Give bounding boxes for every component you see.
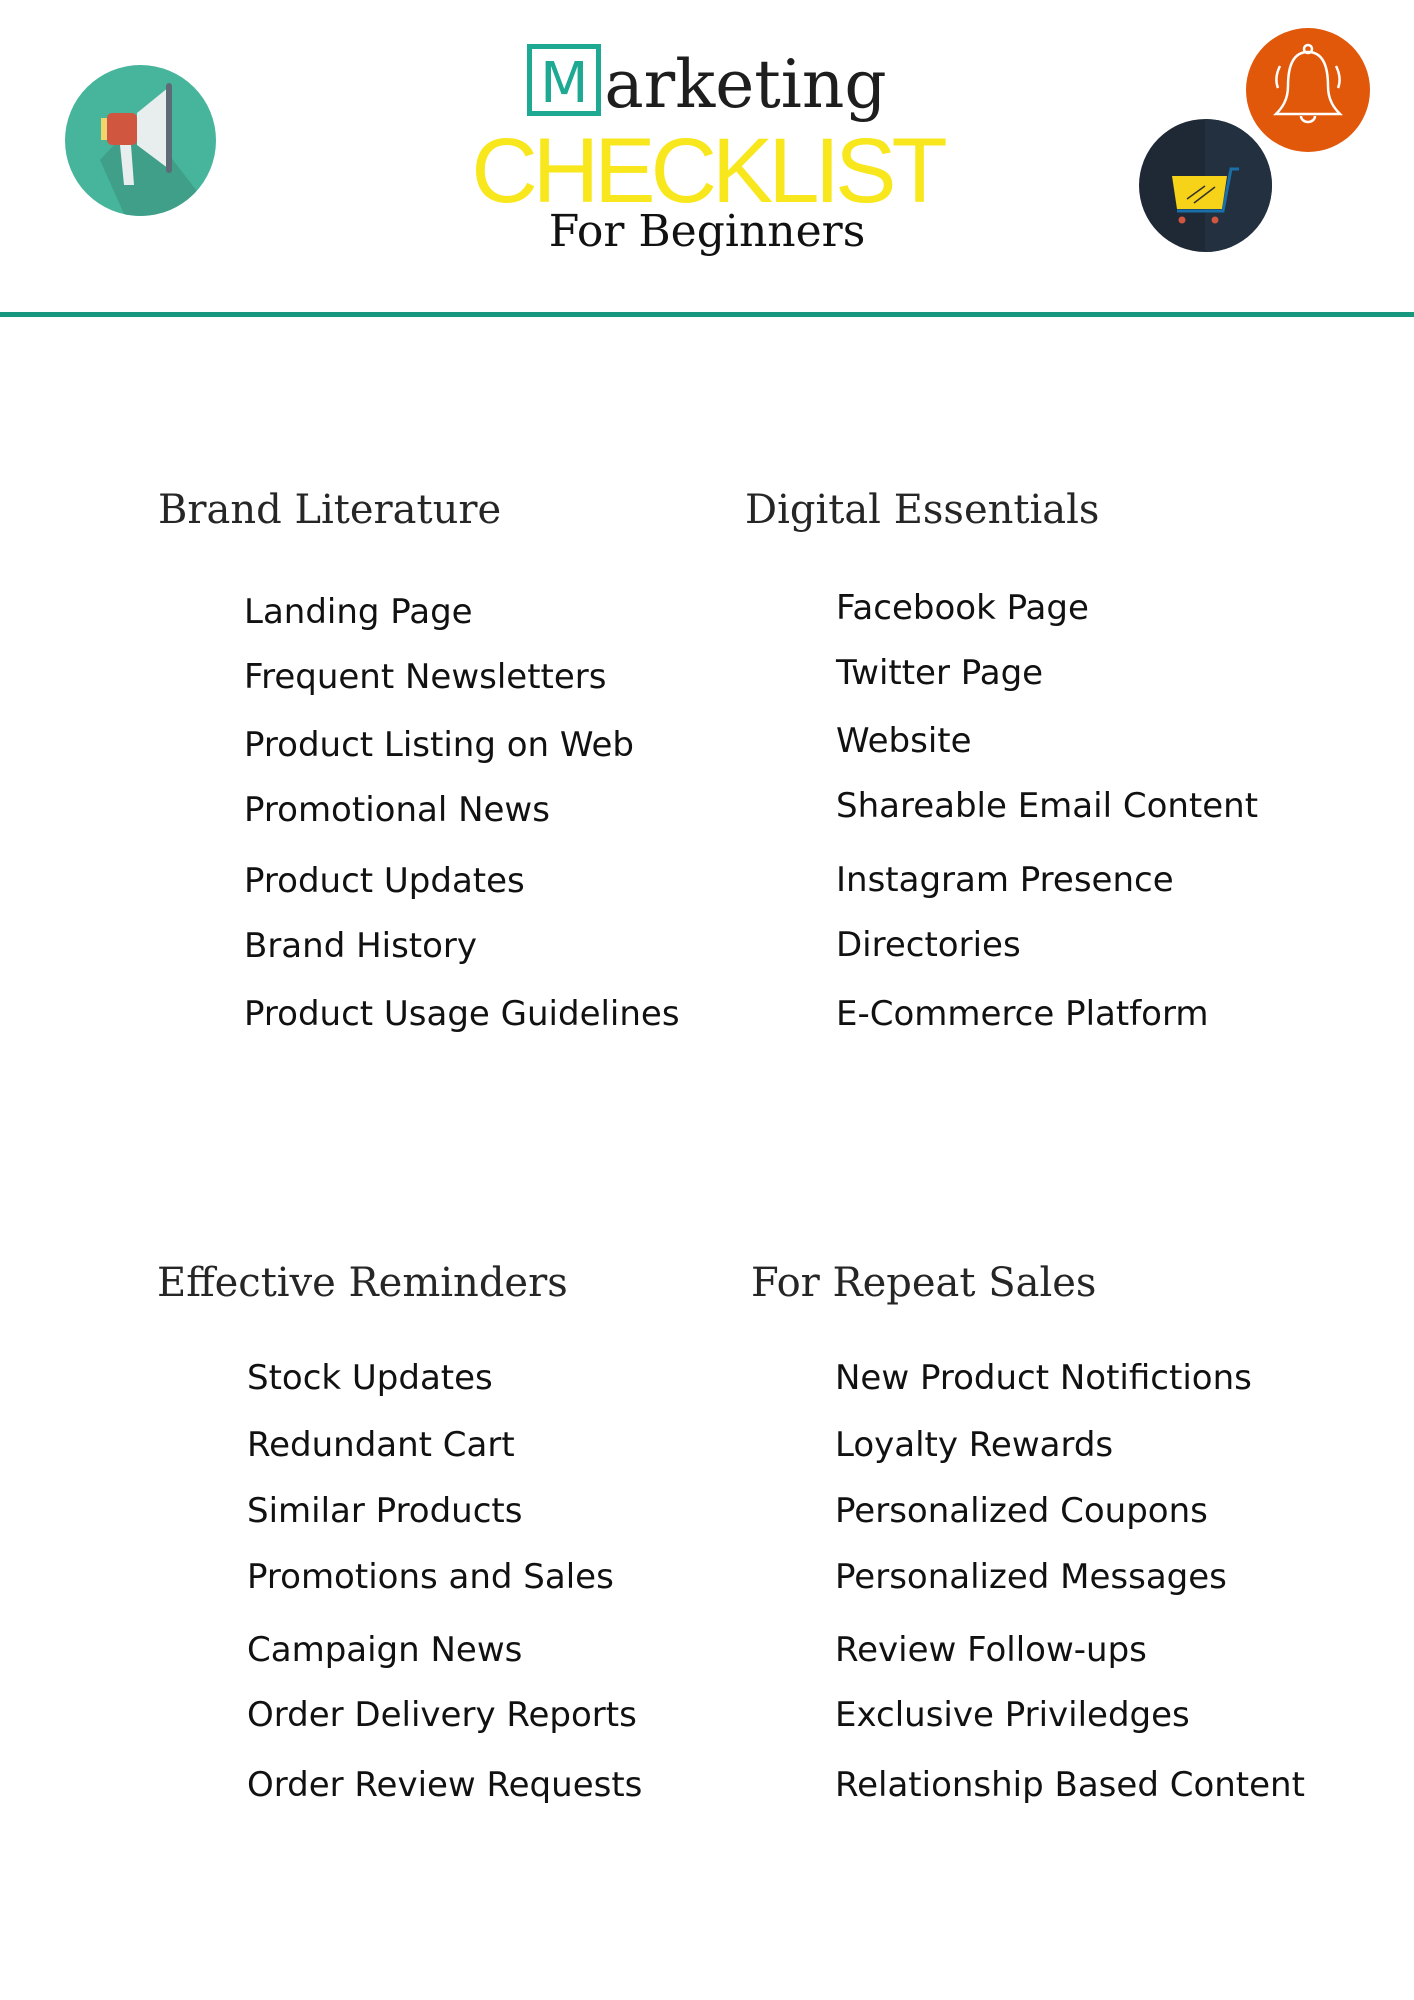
list-item: Review Follow-ups (835, 1630, 1147, 1670)
title-initial-box: M (527, 44, 602, 116)
list-item: Personalized Coupons (835, 1491, 1208, 1531)
list-item: Product Usage Guidelines (244, 994, 680, 1034)
section-heading-for-repeat-sales: For Repeat Sales (751, 1260, 1097, 1306)
list-item: Order Delivery Reports (247, 1695, 637, 1735)
list-item: Similar Products (247, 1491, 523, 1531)
list-item: Campaign News (247, 1630, 523, 1670)
title-marketing: Marketing (0, 40, 1414, 130)
title-rest: arketing (604, 46, 887, 123)
section-heading-brand-literature: Brand Literature (158, 487, 502, 533)
list-item: Facebook Page (836, 588, 1089, 628)
list-item: Exclusive Priviledges (835, 1695, 1190, 1735)
list-item: Directories (836, 925, 1021, 965)
list-item: Personalized Messages (835, 1557, 1227, 1597)
list-item: Promotions and Sales (247, 1557, 614, 1597)
list-item: E-Commerce Platform (836, 994, 1209, 1034)
list-item: Loyalty Rewards (835, 1425, 1114, 1465)
list-item: Relationship Based Content (835, 1765, 1305, 1805)
list-item: Instagram Presence (836, 860, 1174, 900)
list-item: Redundant Cart (247, 1425, 515, 1465)
list-item: Shareable Email Content (836, 786, 1259, 826)
list-item: Frequent Newsletters (244, 657, 607, 697)
section-heading-digital-essentials: Digital Essentials (745, 487, 1100, 533)
list-item: Stock Updates (247, 1358, 493, 1398)
list-item: Website (836, 721, 972, 761)
section-heading-effective-reminders: Effective Reminders (157, 1260, 568, 1306)
list-item: Order Review Requests (247, 1765, 643, 1805)
list-item: New Product Notifictions (835, 1358, 1252, 1398)
list-item: Product Listing on Web (244, 725, 635, 765)
list-item: Promotional News (244, 790, 550, 830)
list-item: Brand History (244, 926, 478, 966)
list-item: Twitter Page (836, 653, 1044, 693)
list-item: Landing Page (244, 592, 473, 632)
subtitle: For Beginners (548, 206, 866, 257)
header-divider (0, 312, 1414, 317)
list-item: Product Updates (244, 861, 525, 901)
